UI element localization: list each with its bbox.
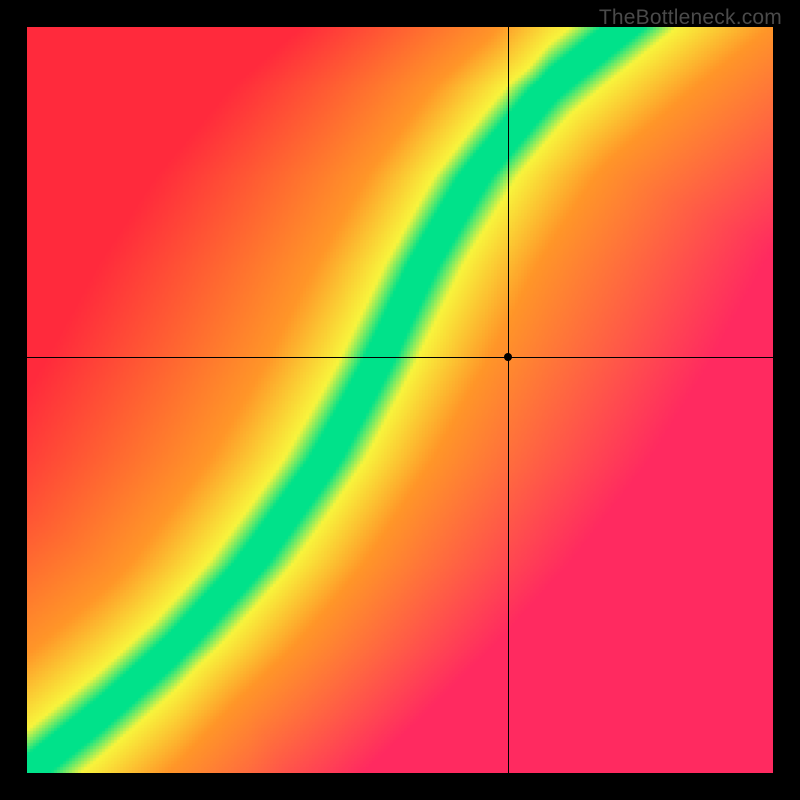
heatmap-plot (27, 27, 773, 773)
crosshair-vertical (508, 27, 509, 773)
watermark-text: TheBottleneck.com (599, 6, 782, 30)
heatmap-canvas (27, 27, 773, 773)
crosshair-dot (504, 353, 512, 361)
crosshair-horizontal (27, 357, 773, 358)
